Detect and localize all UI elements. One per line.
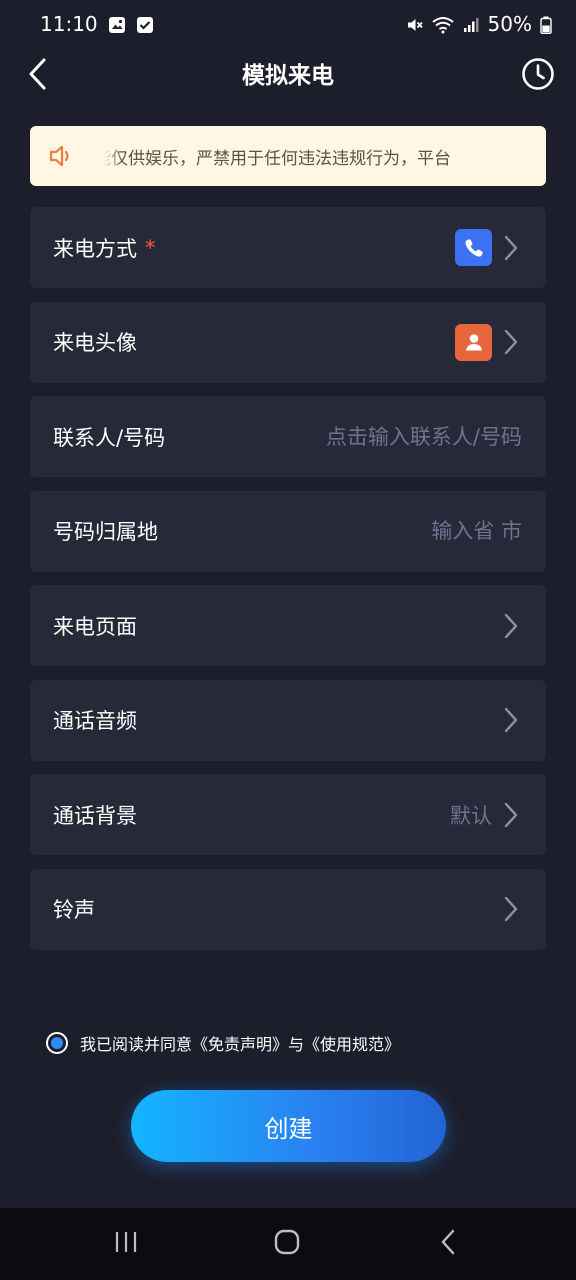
page-title: 模拟来电 [242,63,334,89]
chevron-right-icon [500,705,522,735]
radio-selected-dot [51,1037,63,1049]
row-label: 联系人/号码 [53,425,166,450]
location-input[interactable] [402,519,522,543]
back-arrow-icon [438,1228,458,1260]
row-label: 来电页面 [53,614,137,639]
history-button[interactable] [520,58,556,94]
row-label: 通话音频 [53,709,137,733]
status-bar: 11:10 50% [0,0,576,48]
row-right [500,705,522,735]
row-label: 通话背景 [53,803,137,828]
recent-apps-icon [113,1229,139,1259]
row-right [455,229,522,266]
nav-back-button[interactable] [428,1226,468,1262]
row-call-audio[interactable]: 通话音频 [30,679,546,761]
home-icon [273,1228,301,1260]
row-call-method[interactable]: 来电方式 * [30,207,546,288]
signal-icon [462,15,480,33]
settings-list: 来电方式 * 来电头像 联系人/号码 号码归属地 [30,207,546,963]
disclaimer-link[interactable]: 《免责声明》 [192,1031,288,1055]
phone-icon [455,229,492,266]
row-call-page[interactable]: 来电页面 [30,585,546,666]
checkbox-notification-icon [136,15,154,33]
agreement-radio[interactable] [46,1032,68,1054]
notice-marquee: 能仅供娱乐，严禁用于任何违法违规行为，平台 [104,144,520,169]
row-call-background[interactable]: 通话背景 默认 [30,774,546,855]
chevron-right-icon [500,894,522,924]
row-label: 号码归属地 [53,520,158,544]
row-contact: 联系人/号码 [30,396,546,477]
row-label: 来电头像 [53,331,137,355]
battery-icon [540,15,552,35]
status-right: 50% [406,12,552,36]
contact-input[interactable] [262,424,522,449]
speaker-icon [46,142,74,170]
status-time: 11:10 [40,12,98,36]
create-button[interactable]: 创建 [131,1090,446,1162]
row-right [262,424,522,449]
chevron-right-icon [500,611,522,641]
row-avatar[interactable]: 来电头像 [30,301,546,383]
notice-banner: 能仅供娱乐，严禁用于任何违法违规行为，平台 [30,126,546,186]
recent-apps-button[interactable] [106,1226,146,1262]
gallery-notification-icon [108,15,126,33]
row-right [500,894,522,924]
row-ringtone[interactable]: 铃声 [30,868,546,950]
agreement-text: 我已阅读并同意 《免责声明》与《使用规范》 [80,1031,400,1055]
status-left: 11:10 [40,12,154,36]
row-label: 来电方式 [53,236,137,261]
row-location: 号码归属地 [30,490,546,572]
terms-link[interactable]: 《使用规范》 [304,1031,400,1055]
battery-percentage: 50% [487,12,532,36]
chevron-right-icon [500,233,522,263]
row-label: 铃声 [53,898,95,922]
home-button[interactable] [267,1226,307,1262]
notice-text: 能仅供娱乐，严禁用于任何违法违规行为，平台 [104,148,451,169]
system-nav-bar [0,1208,576,1280]
required-indicator: * [145,235,156,260]
chevron-right-icon [500,800,522,830]
person-icon [455,323,492,361]
row-right: 默认 [450,800,522,830]
clock-icon [521,57,555,95]
row-right [500,611,522,641]
agreement-conjunction: 与 [288,1035,305,1054]
wifi-icon [431,15,454,34]
mute-icon [406,15,424,33]
call-background-value: 默认 [450,803,492,828]
row-right [402,519,522,543]
agreement: 我已阅读并同意 《免责声明》与《使用规范》 [46,1031,400,1055]
chevron-right-icon [500,327,522,357]
header: 模拟来电 [0,50,576,102]
row-right [455,323,522,361]
agreement-prefix: 我已阅读并同意 [80,1035,193,1054]
